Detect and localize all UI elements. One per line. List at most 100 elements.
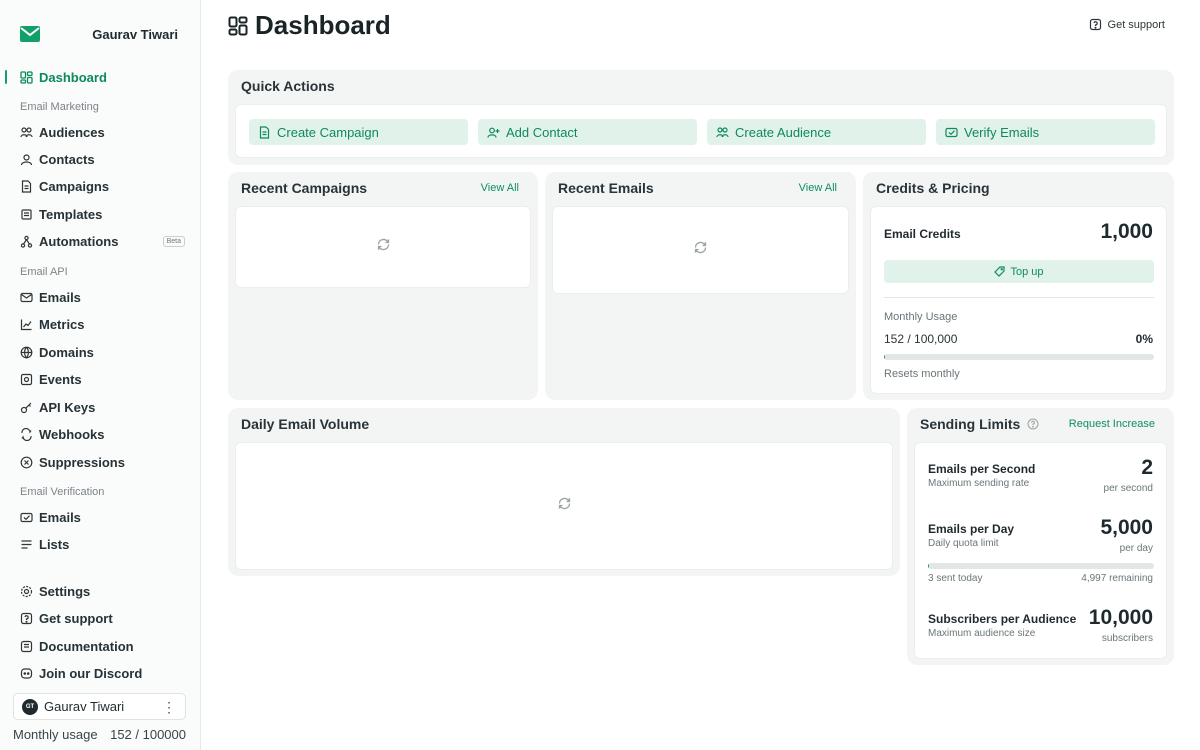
sidebar-item-label: Metrics: [39, 316, 85, 332]
verify-emails-button[interactable]: Verify Emails: [936, 119, 1155, 145]
mail-check-icon: [20, 511, 33, 524]
view-all-campaigns-link[interactable]: View All: [481, 182, 519, 194]
create-audience-button[interactable]: Create Audience: [707, 119, 926, 145]
divider: [884, 297, 1154, 298]
sidebar: Gaurav Tiwari Dashboard Email Marketing …: [0, 0, 201, 750]
document-icon: [20, 179, 33, 193]
sidebar-item-get-support[interactable]: Get support: [0, 606, 200, 630]
sidebar-item-label: Emails: [39, 289, 81, 305]
sending-limits-card: Emails per Second Maximum sending rate 2…: [914, 442, 1167, 659]
monthly-usage-percent: 0%: [1135, 332, 1153, 346]
refresh-icon: [376, 237, 391, 252]
sidebar-item-label: Campaigns: [39, 178, 110, 194]
sidebar-item-api-keys[interactable]: API Keys: [0, 395, 200, 419]
sidebar-item-label: Contacts: [39, 151, 95, 167]
per-audience-sub: Maximum audience size: [928, 628, 1036, 639]
monthly-usage-label: Monthly Usage: [884, 311, 958, 323]
logo-mail-icon[interactable]: [20, 26, 40, 42]
sidebar-item-settings[interactable]: Settings: [0, 579, 200, 603]
main-content: Dashboard Get support Quick Actions Crea…: [201, 0, 1200, 750]
credits-pricing-panel: Credits & Pricing Email Credits 1,000 To…: [863, 172, 1174, 400]
sidebar-item-verification-emails[interactable]: Emails: [0, 505, 200, 529]
sidebar-header: Gaurav Tiwari: [0, 0, 200, 52]
sidebar-item-lists[interactable]: Lists: [0, 532, 200, 556]
daily-volume-panel: Daily Email Volume: [228, 408, 900, 576]
mail-icon: [20, 291, 33, 304]
get-support-label: Get support: [1107, 18, 1165, 31]
sidebar-item-suppressions[interactable]: Suppressions: [0, 450, 200, 474]
quick-actions-panel: Quick Actions Create Campaign Add Contac…: [228, 70, 1174, 165]
request-increase-link[interactable]: Request Increase: [1069, 418, 1155, 430]
page-title: Dashboard: [228, 10, 391, 41]
top-up-label: Top up: [1010, 265, 1044, 278]
remaining-today: 4,997 remaining: [1081, 573, 1153, 584]
sidebar-item-metrics[interactable]: Metrics: [0, 312, 200, 336]
sidebar-item-label: API Keys: [39, 399, 96, 415]
sidebar-item-dashboard[interactable]: Dashboard: [0, 65, 200, 89]
quick-actions-title: Quick Actions: [241, 78, 335, 94]
sidebar-item-templates[interactable]: Templates: [0, 202, 200, 226]
sidebar-usage: Monthly usage 152 / 100000: [13, 727, 186, 742]
recent-emails-card: [552, 206, 849, 294]
per-audience-unit: subscribers: [1101, 633, 1153, 644]
per-day-label: Emails per Day: [928, 522, 1015, 536]
per-second-value: 2: [1141, 456, 1153, 479]
recent-campaigns-panel: Recent Campaigns View All: [228, 172, 538, 400]
recent-emails-title: Recent Emails: [558, 180, 654, 196]
sidebar-item-label: Settings: [39, 583, 91, 599]
sidebar-item-documentation[interactable]: Documentation: [0, 634, 200, 658]
add-contact-button[interactable]: Add Contact: [478, 119, 697, 145]
view-all-emails-link[interactable]: View All: [799, 182, 837, 194]
per-day-sub: Daily quota limit: [928, 538, 999, 549]
refresh-icon: [693, 240, 708, 255]
sidebar-item-label: Lists: [39, 536, 70, 552]
sidebar-item-label: Events: [39, 371, 82, 387]
credits-card: Email Credits 1,000 Top up Monthly Usage…: [870, 206, 1167, 394]
create-campaign-button[interactable]: Create Campaign: [249, 119, 468, 145]
info-icon[interactable]: [1027, 418, 1039, 430]
events-icon: [20, 373, 33, 386]
email-credits-value: 1,000: [1100, 220, 1153, 243]
sidebar-item-discord[interactable]: Join our Discord: [0, 661, 200, 685]
sidebar-item-label: Webhooks: [39, 426, 105, 442]
sidebar-item-campaigns[interactable]: Campaigns: [0, 174, 200, 198]
user-menu[interactable]: GT Gaurav Tiwari ⋮: [13, 693, 186, 720]
button-label: Add Contact: [506, 124, 578, 140]
sending-limits-panel: Sending Limits Request Increase Emails p…: [907, 408, 1174, 665]
per-day-unit: per day: [1119, 543, 1153, 554]
beta-badge: Beta: [162, 235, 185, 247]
sidebar-user-name: Gaurav Tiwari: [92, 26, 178, 42]
sidebar-item-automations[interactable]: Automations Beta: [0, 229, 200, 253]
webhook-icon: [20, 427, 33, 441]
automation-icon: [20, 235, 33, 248]
more-vertical-icon[interactable]: ⋮: [162, 700, 176, 714]
dashboard-icon: [20, 70, 33, 84]
daily-volume-title: Daily Email Volume: [241, 416, 370, 432]
sent-today: 3 sent today: [928, 573, 983, 584]
sidebar-item-domains[interactable]: Domains: [0, 340, 200, 364]
user-add-icon: [487, 126, 500, 139]
list-icon: [20, 538, 33, 551]
recent-campaigns-title: Recent Campaigns: [241, 180, 368, 196]
button-label: Verify Emails: [964, 124, 1040, 140]
sending-limits-title-text: Sending Limits: [920, 416, 1021, 432]
per-day-value: 5,000: [1100, 516, 1153, 539]
sidebar-section-email-api: Email API: [20, 266, 68, 278]
top-up-button[interactable]: Top up: [884, 260, 1154, 283]
key-icon: [20, 401, 33, 414]
book-icon: [20, 640, 33, 653]
sidebar-item-audiences[interactable]: Audiences: [0, 120, 200, 144]
sidebar-item-label: Join our Discord: [39, 665, 143, 681]
sidebar-item-events[interactable]: Events: [0, 367, 200, 391]
per-audience-label: Subscribers per Audience: [928, 612, 1077, 626]
sidebar-section-email-verification: Email Verification: [20, 486, 105, 498]
get-support-button[interactable]: Get support: [1089, 18, 1165, 31]
sidebar-item-contacts[interactable]: Contacts: [0, 147, 200, 171]
contacts-icon: [20, 153, 33, 166]
document-icon: [258, 125, 271, 139]
dashboard-icon: [228, 16, 248, 36]
sidebar-item-label: Emails: [39, 509, 81, 525]
sidebar-item-emails[interactable]: Emails: [0, 285, 200, 309]
user-chip-name: Gaurav Tiwari: [44, 699, 125, 714]
sidebar-item-webhooks[interactable]: Webhooks: [0, 422, 200, 446]
